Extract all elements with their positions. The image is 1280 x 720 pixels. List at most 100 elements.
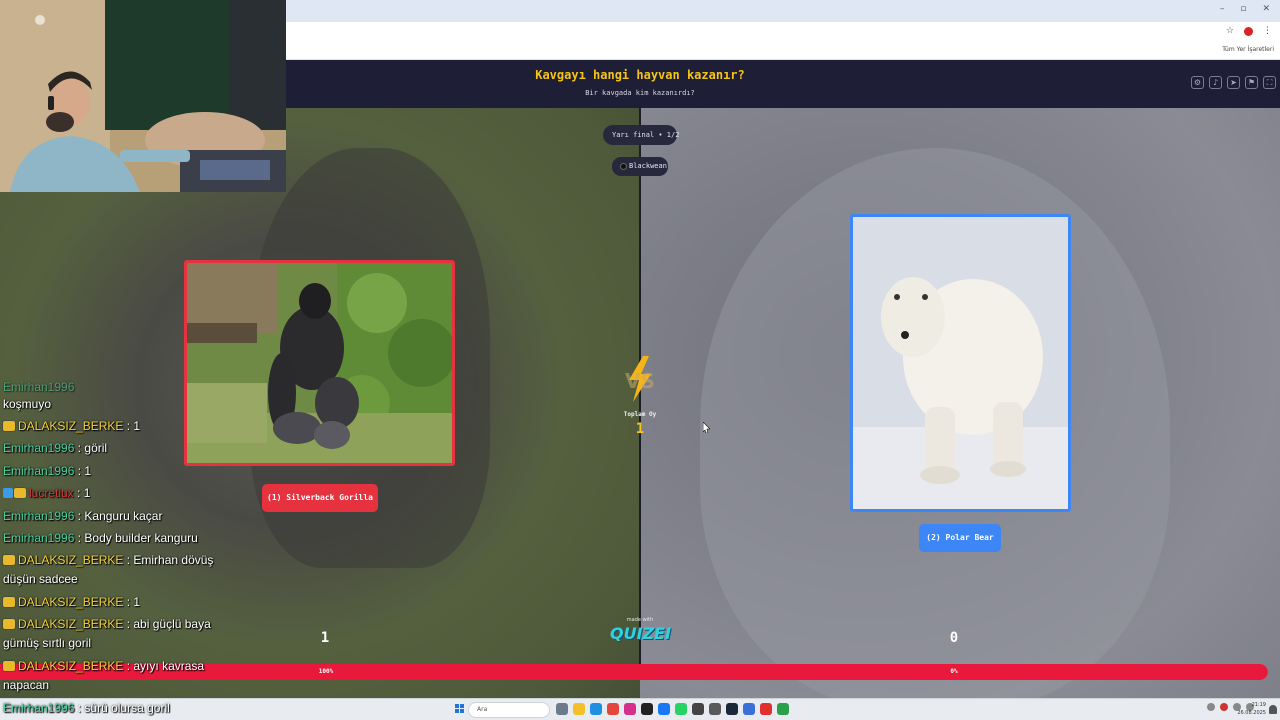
tiktok-app-icon[interactable] xyxy=(641,703,653,715)
chat-username: DALAKSIZ_BERKE xyxy=(18,595,124,609)
windows-start-icon[interactable] xyxy=(455,704,465,714)
creator-name: Blackwean xyxy=(629,162,667,170)
stream-chat: Emirhan1996 koşmuyo DALAKSIZ_BERKE : 1 E… xyxy=(0,378,290,698)
chat-message: Emirhan1996 : Body builder kanguru xyxy=(3,529,239,548)
minimize-button[interactable]: – xyxy=(1220,4,1225,14)
taskbar-search[interactable]: Ara xyxy=(468,702,550,718)
chat-text: : Kanguru kaçar xyxy=(77,509,163,523)
whatsapp-icon[interactable] xyxy=(675,703,687,715)
polar-bear-image xyxy=(853,217,1068,509)
capcut-icon[interactable] xyxy=(692,703,704,715)
flag-icon[interactable]: ⚑ xyxy=(1245,76,1258,89)
quizei-logo[interactable]: QUIZEI xyxy=(610,624,671,643)
profile-icon[interactable] xyxy=(1244,26,1253,36)
webcam-overlay xyxy=(0,0,286,192)
chat-message: DALAKSIZ_BERKE : 1 xyxy=(3,593,239,612)
header-actions: ⚙ ♪ ➤ ⚑ ⛶ xyxy=(1191,76,1276,89)
send-icon[interactable]: ➤ xyxy=(1227,76,1240,89)
chat-message: Emirhan1996 : sürü olursa goril xyxy=(3,699,170,718)
crown-badge-icon xyxy=(3,421,15,431)
option-card-polar-bear[interactable] xyxy=(850,214,1071,512)
chat-text: : 1 xyxy=(126,419,141,433)
quiz-header: Kavgayı hangi hayvan kazanır? Bir kavgad… xyxy=(286,60,1280,108)
maximize-button[interactable]: ▫ xyxy=(1240,4,1246,14)
tray-app-icon[interactable] xyxy=(1220,703,1228,711)
settings-app-icon[interactable] xyxy=(709,703,721,715)
star-icon[interactable]: ☆ xyxy=(1226,26,1234,36)
chat-text: koşmuyo xyxy=(3,397,52,411)
total-votes-value: 1 xyxy=(635,421,645,437)
crown-badge-icon xyxy=(3,555,15,565)
vs-text: VS xyxy=(625,369,655,393)
chat-text: : sürü olursa goril xyxy=(77,701,170,715)
chat-text: : 1 xyxy=(126,595,141,609)
excel-icon[interactable] xyxy=(777,703,789,715)
chat-message: Emirhan1996 : Kanguru kaçar xyxy=(3,507,239,526)
chrome-icon[interactable] xyxy=(607,703,619,715)
chat-username: Emirhan1996 xyxy=(3,531,75,545)
bookmarks-bar: Tüm Yer İşaretleri xyxy=(286,42,1280,60)
gorilla-vote-count: 1 xyxy=(320,630,330,646)
address-bar-icons: ☆ ⋮ xyxy=(1226,26,1272,36)
fullscreen-icon[interactable]: ⛶ xyxy=(1263,76,1276,89)
chat-username: Emirhan1996 xyxy=(3,509,75,523)
notification-icon[interactable] xyxy=(1269,705,1277,714)
polar-bear-percent: 0% xyxy=(950,668,958,675)
obs-icon[interactable] xyxy=(760,703,772,715)
crown-badge-icon xyxy=(3,661,15,671)
chat-message: Emirhan1996 : 1 xyxy=(3,462,239,481)
instagram-icon[interactable] xyxy=(624,703,636,715)
tray-chevron-icon[interactable] xyxy=(1207,703,1215,711)
taskbar-apps xyxy=(556,703,789,715)
taskbar-clock[interactable]: 21:19 26.08.2025 xyxy=(1237,701,1266,717)
chat-message: DALAKSIZ_BERKE : 1 xyxy=(3,417,239,436)
all-bookmarks-link[interactable]: Tüm Yer İşaretleri xyxy=(1222,46,1274,53)
made-with-label: made with xyxy=(626,617,654,623)
screen: – ▫ ✕ ☆ ⋮ Tüm Yer İşaretleri Kavgayı han… xyxy=(0,0,1280,720)
chat-message: DALAKSIZ_BERKE : ayıyı kavrasa napacan xyxy=(3,657,239,695)
chat-username: DALAKSIZ_BERKE xyxy=(18,617,124,631)
file-explorer-icon[interactable] xyxy=(573,703,585,715)
crown-badge-icon xyxy=(3,619,15,629)
menu-icon[interactable]: ⋮ xyxy=(1263,26,1272,36)
chat-text: : Body builder kanguru xyxy=(77,531,198,545)
task-view-icon[interactable] xyxy=(556,703,568,715)
tiktok-icon[interactable]: ♪ xyxy=(1209,76,1222,89)
quiz-subtitle: Bir kavgada kim kazanırdı? xyxy=(585,89,695,97)
settings-icon[interactable]: ⚙ xyxy=(1191,76,1204,89)
creator-avatar xyxy=(620,162,627,170)
chat-username: Emirhan1996 xyxy=(3,380,75,394)
windows-taskbar: Ara 21:19 26.08.2025 xyxy=(0,698,1280,720)
clock-time: 21:19 xyxy=(1251,702,1266,708)
chat-message: DALAKSIZ_BERKE : Emirhan dövüş düşün sad… xyxy=(3,551,239,589)
crown-badge-icon xyxy=(3,597,15,607)
chat-message: Emirhan1996 : göril xyxy=(3,439,239,458)
chat-username: Emirhan1996 xyxy=(3,441,75,455)
chat-text: : 1 xyxy=(77,464,92,478)
star-badge-icon xyxy=(3,488,13,498)
mouse-cursor-icon xyxy=(703,422,710,433)
quiz-title: Kavgayı hangi hayvan kazanır? xyxy=(535,68,745,82)
window-controls: – ▫ ✕ xyxy=(1220,4,1270,14)
chat-text: : göril xyxy=(77,441,108,455)
chat-message: koşmuyo xyxy=(3,395,239,414)
steam-icon[interactable] xyxy=(726,703,738,715)
messenger-icon[interactable] xyxy=(743,703,755,715)
chat-username: DALAKSIZ_BERKE xyxy=(18,419,124,433)
vs-lightning-icon: VS xyxy=(625,356,655,402)
chat-username: Emirhan1996 xyxy=(3,464,75,478)
gorilla-percent: 100% xyxy=(318,668,334,675)
close-button[interactable]: ✕ xyxy=(1262,4,1270,14)
clock-date: 26.08.2025 xyxy=(1237,710,1266,716)
chat-username: lucretiux xyxy=(29,486,74,500)
facebook-icon[interactable] xyxy=(658,703,670,715)
address-bar[interactable]: ☆ ⋮ xyxy=(286,22,1280,42)
round-badge: Yarı final • 1/2 xyxy=(603,125,679,145)
chat-username: Emirhan1996 xyxy=(3,701,75,715)
vote-button-polar-bear[interactable]: (2) Polar Bear xyxy=(919,524,1001,552)
edge-icon[interactable] xyxy=(590,703,602,715)
total-votes-label: Toplam Oy xyxy=(623,411,657,418)
chat-username: DALAKSIZ_BERKE xyxy=(18,553,124,567)
webcam-feed xyxy=(0,0,286,192)
creator-badge[interactable]: Blackwean xyxy=(612,157,668,176)
